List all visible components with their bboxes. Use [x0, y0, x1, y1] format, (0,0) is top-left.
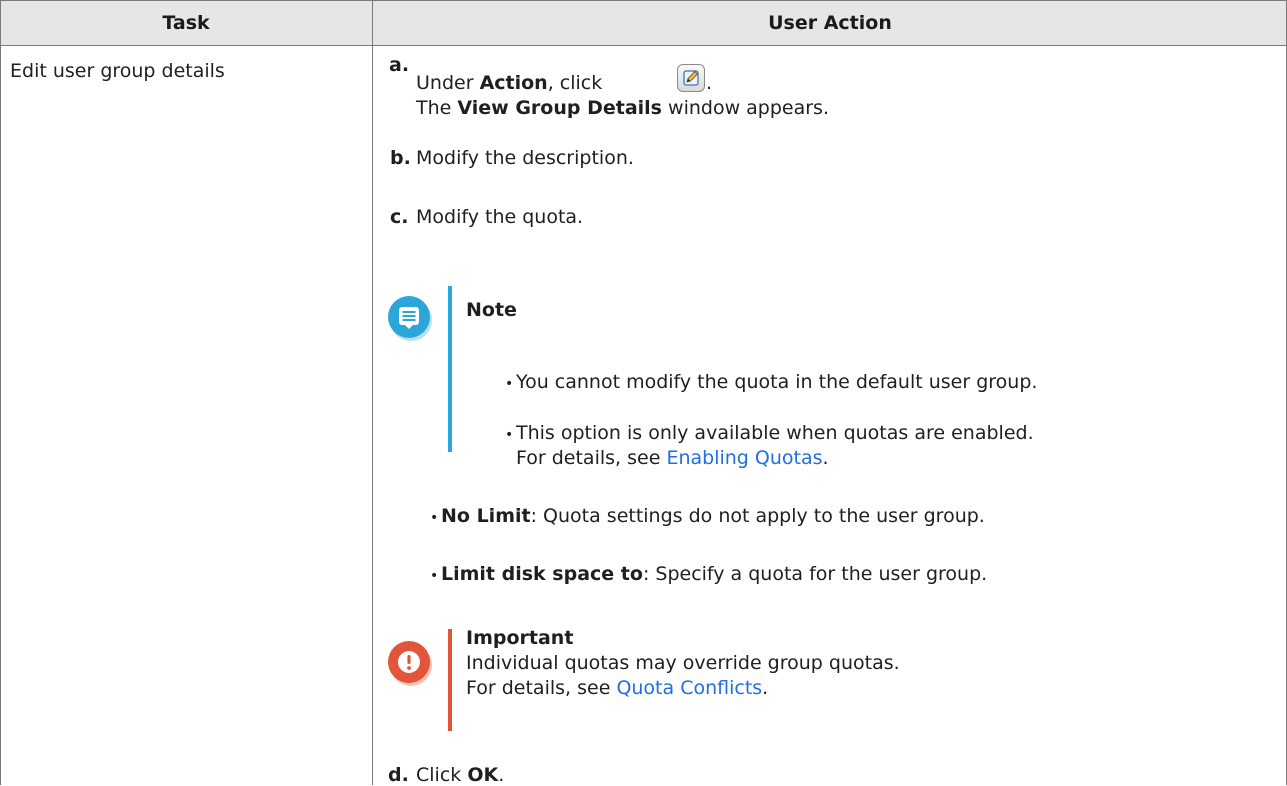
bullet-icon: •	[505, 427, 514, 443]
important-icon	[388, 641, 430, 683]
option-limit-disk-space: Limit disk space to: Specify a quota for…	[441, 563, 988, 585]
note-icon	[388, 296, 430, 338]
table-column-divider	[372, 0, 373, 785]
important-icon-graphic	[398, 651, 420, 673]
user-group-task-table: Task User Action Edit user group details…	[0, 0, 1287, 786]
note-bullet-1: You cannot modify the quota in the defau…	[516, 371, 1038, 393]
important-line-1: Individual quotas may override group quo…	[466, 652, 900, 674]
bullet-icon: •	[430, 568, 439, 584]
bullet-icon: •	[430, 510, 439, 526]
enabling-quotas-link[interactable]: Enabling Quotas	[666, 447, 822, 469]
note-icon-graphic	[399, 307, 419, 329]
bullet-icon: •	[505, 376, 514, 392]
ok-term: OK	[467, 764, 499, 786]
option-no-limit: No Limit: Quota settings do not apply to…	[441, 505, 985, 527]
task-cell: Edit user group details	[10, 60, 225, 82]
important-bar	[448, 629, 452, 731]
note-bar	[448, 286, 452, 452]
edit-icon-graphic	[683, 70, 699, 86]
step-d-text: Click OK.	[416, 764, 505, 786]
header-task: Task	[162, 12, 210, 34]
important-line-2: For details, see Quota Conflicts.	[466, 677, 769, 699]
table-border-left	[0, 0, 1, 785]
step-a-line2: The View Group Details window appears.	[416, 97, 829, 119]
step-b-label: b.	[390, 147, 411, 169]
option-limit-term: Limit disk space to	[441, 563, 643, 585]
important-title: Important	[466, 627, 574, 649]
quota-conflicts-link[interactable]: Quota Conflicts	[616, 677, 762, 699]
window-name: View Group Details	[457, 97, 662, 119]
header-user-action: User Action	[768, 12, 892, 34]
step-d-label: d.	[388, 764, 409, 786]
note-bullet-2-line2: For details, see Enabling Quotas.	[516, 447, 829, 469]
step-a-period: .	[706, 72, 713, 94]
edit-icon	[677, 64, 705, 92]
step-c-text: Modify the quota.	[416, 206, 584, 228]
note-title: Note	[466, 299, 517, 321]
action-term: Action	[479, 72, 548, 94]
step-a-label: a.	[389, 54, 410, 76]
note-bullet-2-line1: This option is only available when quota…	[516, 422, 1034, 444]
option-no-limit-term: No Limit	[441, 505, 531, 527]
step-a-line1: Under Action, click	[416, 72, 603, 94]
step-b-text: Modify the description.	[416, 147, 634, 169]
step-c-label: c.	[390, 206, 409, 228]
